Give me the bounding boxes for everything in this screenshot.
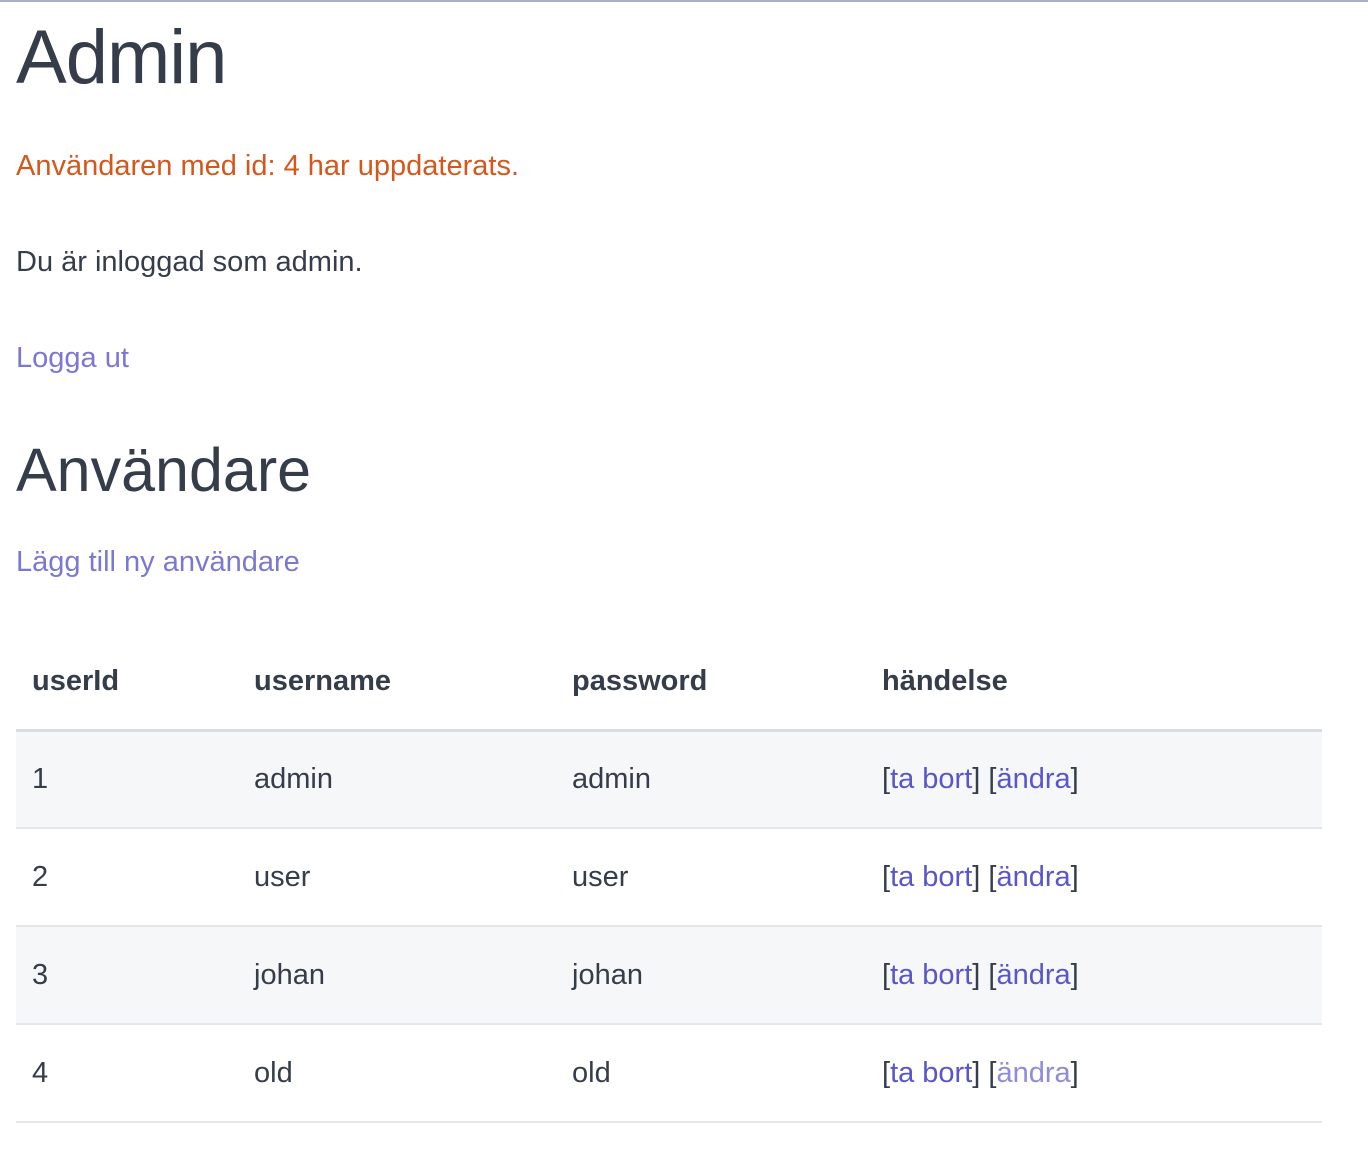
bracket-close: ] bbox=[1070, 860, 1079, 893]
table-row: 4 old old [ta bort] [ändra] bbox=[16, 1024, 1322, 1123]
bracket-close: ] bbox=[972, 860, 981, 893]
cell-actions: [ta bort] [ändra] bbox=[866, 926, 1322, 1025]
delete-user-link[interactable]: ta bort bbox=[890, 959, 972, 991]
logout-link[interactable]: Logga ut bbox=[16, 340, 129, 376]
delete-user-link[interactable]: ta bort bbox=[890, 861, 972, 893]
table-row: 2 user user [ta bort] [ändra] bbox=[16, 828, 1322, 927]
login-status-text: Du är inloggad som admin. bbox=[16, 246, 363, 278]
table-header-row: userId username password händelse bbox=[16, 634, 1322, 732]
column-header-password: password bbox=[556, 634, 866, 732]
bracket-close: ] bbox=[1070, 958, 1079, 991]
edit-user-link[interactable]: ändra bbox=[996, 1057, 1070, 1089]
delete-user-link[interactable]: ta bort bbox=[890, 1057, 972, 1089]
edit-user-link[interactable]: ändra bbox=[996, 861, 1070, 893]
cell-userid: 3 bbox=[16, 926, 238, 1025]
bracket-close: ] bbox=[972, 762, 981, 795]
cell-actions: [ta bort] [ändra] bbox=[866, 828, 1322, 927]
column-header-handelse: händelse bbox=[866, 634, 1322, 732]
cell-password: user bbox=[556, 828, 866, 927]
cell-username: admin bbox=[238, 730, 556, 829]
edit-user-link[interactable]: ändra bbox=[996, 959, 1070, 991]
users-table: userId username password händelse 1 admi… bbox=[16, 634, 1322, 1123]
cell-username: old bbox=[238, 1024, 556, 1123]
cell-userid: 1 bbox=[16, 730, 238, 829]
bracket-open: [ bbox=[882, 1056, 891, 1089]
cell-actions: [ta bort] [ändra] bbox=[866, 730, 1322, 829]
bracket-close: ] bbox=[972, 958, 981, 991]
column-header-userid: userId bbox=[16, 634, 238, 732]
users-heading: Användare bbox=[16, 436, 312, 504]
bracket-close: ] bbox=[972, 1056, 981, 1089]
bracket-close: ] bbox=[1070, 1056, 1079, 1089]
add-user-link[interactable]: Lägg till ny användare bbox=[16, 544, 300, 580]
cell-actions: [ta bort] [ändra] bbox=[866, 1024, 1322, 1123]
cell-password: old bbox=[556, 1024, 866, 1123]
cell-userid: 4 bbox=[16, 1024, 238, 1123]
table-row: 1 admin admin [ta bort] [ändra] bbox=[16, 730, 1322, 829]
cell-password: johan bbox=[556, 926, 866, 1025]
cell-username: user bbox=[238, 828, 556, 927]
edit-user-link[interactable]: ändra bbox=[996, 763, 1070, 795]
delete-user-link[interactable]: ta bort bbox=[890, 763, 972, 795]
cell-username: johan bbox=[238, 926, 556, 1025]
bracket-open: [ bbox=[882, 958, 891, 991]
page-title: Admin bbox=[16, 15, 227, 100]
bracket-close: ] bbox=[1070, 762, 1079, 795]
flash-message: Användaren med id: 4 har uppdaterats. bbox=[16, 150, 519, 182]
bracket-open: [ bbox=[882, 762, 891, 795]
bracket-open: [ bbox=[882, 860, 891, 893]
cell-userid: 2 bbox=[16, 828, 238, 927]
cell-password: admin bbox=[556, 730, 866, 829]
column-header-username: username bbox=[238, 634, 556, 732]
table-row: 3 johan johan [ta bort] [ändra] bbox=[16, 926, 1322, 1025]
